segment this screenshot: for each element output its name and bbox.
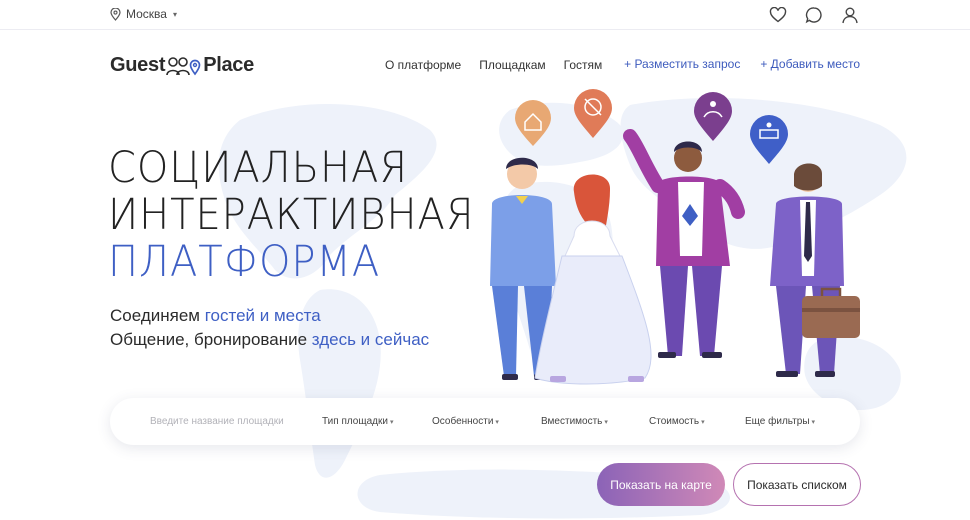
- nav-actions: + Разместить запрос + Добавить место: [624, 57, 860, 71]
- search-input[interactable]: Введите название площадки: [150, 416, 284, 427]
- location-pin-icon: [110, 7, 121, 21]
- filter-price[interactable]: Стоимость ▾: [649, 416, 705, 427]
- hero-subtitle-1-text: Соединяем: [110, 306, 205, 325]
- hero-subtitle-1-accent: гостей и места: [204, 306, 321, 325]
- city-selector[interactable]: Москва ▾: [110, 7, 177, 21]
- chevron-down-icon: ▾: [389, 419, 394, 426]
- hero-subtitle-2-accent: здесь и сейчас: [311, 330, 430, 349]
- filter-label: Еще фильтры: [745, 416, 810, 427]
- venue-pin-food-icon: [574, 89, 612, 138]
- top-icons: [768, 5, 860, 25]
- heart-icon[interactable]: [768, 5, 788, 25]
- filter-capacity[interactable]: Вместимость ▾: [541, 416, 608, 427]
- hero-title-line3: ПЛАТФОРМА: [108, 237, 381, 287]
- nav-menu: О платформе Площадкам Гостям: [385, 58, 602, 72]
- chat-icon[interactable]: [804, 5, 824, 25]
- venue-pin-conference-icon: [750, 115, 788, 164]
- nav-item-venues[interactable]: Площадкам: [479, 58, 545, 72]
- show-on-map-button[interactable]: Показать на карте: [597, 463, 725, 506]
- businessman-figure: [770, 163, 860, 377]
- filter-venue-type[interactable]: Тип площадки ▾: [322, 416, 393, 427]
- filter-label: Стоимость: [649, 416, 700, 427]
- post-request-link[interactable]: + Разместить запрос: [624, 57, 740, 71]
- logo-text-guest: Guest: [110, 54, 166, 76]
- venue-pin-house-icon: [515, 100, 551, 146]
- filter-label: Особенности: [432, 416, 494, 427]
- hero-subtitle-2: Общение, бронирование здесь и сейчас: [110, 330, 429, 350]
- nav-item-guests[interactable]: Гостям: [564, 58, 603, 72]
- show-list-button[interactable]: Показать списком: [733, 463, 861, 506]
- hero-subtitle-2-text: Общение, бронирование: [110, 330, 312, 349]
- search-bar: Введите название площадки Тип площадки ▾ …: [110, 398, 860, 445]
- user-icon[interactable]: [840, 5, 860, 25]
- chevron-down-icon: ▾: [701, 419, 705, 426]
- logo-text-place: Place: [203, 54, 254, 76]
- hero-illustration: [490, 89, 860, 385]
- nav-item-about[interactable]: О платформе: [385, 58, 461, 72]
- city-label: Москва: [126, 7, 167, 21]
- filter-features[interactable]: Особенности ▾: [432, 416, 499, 427]
- chevron-down-icon: ▾: [172, 9, 177, 19]
- add-place-link[interactable]: + Добавить место: [760, 57, 860, 71]
- filter-label: Вместимость: [541, 416, 603, 427]
- chevron-down-icon: ▾: [495, 419, 499, 426]
- top-bar: Москва ▾: [0, 0, 970, 30]
- chevron-down-icon: ▾: [604, 419, 608, 426]
- hero-title-line2: ИНТЕРАКТИВНАЯ: [108, 190, 475, 240]
- hero-title-line1: СОЦИАЛЬНАЯ: [108, 143, 409, 193]
- logo-people-icon: [166, 56, 201, 75]
- filter-more[interactable]: Еще фильтры ▾: [745, 416, 815, 427]
- hero-subtitle-1: Соединяем гостей и места: [110, 306, 321, 326]
- chevron-down-icon: ▾: [811, 419, 816, 426]
- venue-pin-meditation-icon: [694, 92, 732, 141]
- filter-label: Тип площадки: [322, 416, 388, 427]
- hero-title: СОЦИАЛЬНАЯ ИНТЕРАКТИВНАЯ ПЛАТФОРМА: [108, 145, 502, 286]
- logo[interactable]: Guest Place: [110, 54, 254, 77]
